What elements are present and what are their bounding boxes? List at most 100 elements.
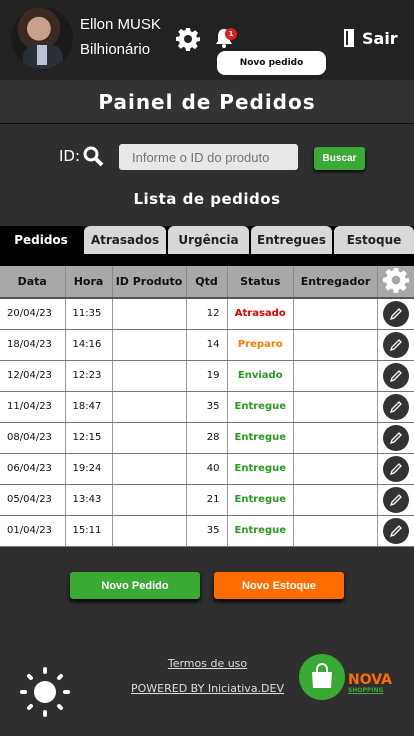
cell-id-produto	[112, 515, 187, 547]
col-id-produto: ID Produto	[112, 266, 187, 299]
cell-data: 06/04/23	[0, 453, 66, 485]
col-qtd: Qtd	[186, 266, 228, 299]
notification-badge: 1	[225, 28, 237, 40]
edit-button[interactable]	[383, 393, 409, 420]
edit-button[interactable]	[383, 486, 409, 513]
new-order-button[interactable]: Novo Pedido	[70, 572, 200, 599]
cell-qtd: 14	[186, 329, 228, 361]
status-badge: Entregue	[227, 484, 295, 516]
pencil-icon	[389, 431, 402, 444]
table-row: 12/04/23 12:23 19 Enviado	[0, 360, 414, 392]
cell-hora: 11:35	[65, 298, 113, 330]
shopping-bag-logo-icon	[299, 654, 345, 700]
pencil-icon	[389, 400, 402, 413]
cell-entregador	[293, 422, 379, 454]
cell-qtd: 12	[186, 298, 228, 330]
cell-hora: 15:11	[65, 515, 113, 547]
cell-data: 08/04/23	[0, 422, 66, 454]
sun-icon[interactable]	[20, 667, 70, 717]
edit-cell	[377, 453, 414, 485]
cell-qtd: 40	[186, 453, 228, 485]
cell-id-produto	[112, 391, 187, 423]
cell-qtd: 19	[186, 360, 228, 392]
edit-button[interactable]	[383, 517, 409, 544]
cell-entregador	[293, 391, 379, 423]
status-badge: Preparo	[227, 329, 295, 361]
cell-qtd: 35	[186, 515, 228, 547]
page-title: Painel de Pedidos	[0, 80, 414, 124]
status-badge: Entregue	[227, 515, 295, 547]
cell-id-produto	[112, 422, 187, 454]
id-label: ID:	[59, 147, 81, 165]
product-id-input[interactable]	[119, 144, 298, 170]
tab-pedidos[interactable]: Pedidos	[0, 226, 82, 254]
cell-id-produto	[112, 298, 187, 330]
table-row: 11/04/23 18:47 35 Entregue	[0, 391, 414, 423]
cell-entregador	[293, 329, 379, 361]
table-row: 18/04/23 14:16 14 Preparo	[0, 329, 414, 361]
cell-hora: 19:24	[65, 453, 113, 485]
cell-hora: 12:15	[65, 422, 113, 454]
status-badge: Entregue	[227, 391, 295, 423]
pencil-icon	[389, 338, 402, 351]
logo-text: NOVA	[348, 672, 392, 688]
table-row: 08/04/23 12:15 28 Entregue	[0, 422, 414, 454]
edit-cell	[377, 360, 414, 392]
cell-id-produto	[112, 329, 187, 361]
edit-button[interactable]	[383, 424, 409, 451]
pencil-icon	[389, 307, 402, 320]
edit-button[interactable]	[383, 362, 409, 389]
search-button[interactable]: Buscar	[314, 147, 365, 170]
edit-cell	[377, 484, 414, 516]
door-icon	[344, 29, 354, 47]
pencil-icon	[389, 493, 402, 506]
cell-entregador	[293, 453, 379, 485]
list-title: Lista de pedidos	[133, 190, 281, 208]
table-row: 20/04/23 11:35 12 Atrasado	[0, 298, 414, 330]
edit-cell	[377, 391, 414, 423]
status-badge: Entregue	[227, 422, 295, 454]
edit-cell	[377, 298, 414, 330]
tab-estoque[interactable]: Estoque	[334, 226, 414, 254]
gear-icon[interactable]	[176, 27, 200, 51]
powered-by-link[interactable]: POWERED BY Iniciativa.DEV	[130, 682, 285, 695]
pencil-icon	[389, 462, 402, 475]
edit-button[interactable]	[383, 331, 409, 358]
gear-icon[interactable]	[383, 267, 409, 293]
pencil-icon	[389, 524, 402, 537]
tab-urgencia[interactable]: Urgência	[168, 226, 249, 254]
cell-hora: 14:16	[65, 329, 113, 361]
logo-subtext: SHOPPING	[348, 687, 384, 694]
table-row: 01/04/23 15:11 35 Entregue	[0, 515, 414, 547]
user-role: Bilhionário	[80, 41, 151, 58]
edit-cell	[377, 422, 414, 454]
edit-button[interactable]	[383, 455, 409, 482]
avatar[interactable]	[11, 7, 73, 69]
logout-label: Sair	[362, 28, 398, 48]
edit-button[interactable]	[383, 300, 409, 327]
top-bar: Ellon MUSK Bilhionário 1 Novo pedido rec…	[0, 0, 414, 92]
tabs: Pedidos Atrasados Urgência Entregues Est…	[0, 226, 414, 266]
cell-hora: 18:47	[65, 391, 113, 423]
col-status: Status	[227, 266, 295, 299]
terms-link[interactable]: Termos de uso	[130, 657, 285, 670]
cell-hora: 12:23	[65, 360, 113, 392]
logout-button[interactable]: Sair	[342, 28, 398, 48]
cell-entregador	[293, 360, 379, 392]
pencil-icon	[389, 369, 402, 382]
new-stock-button[interactable]: Novo Estoque	[214, 572, 344, 599]
col-hora: Hora	[65, 266, 113, 299]
cell-id-produto	[112, 484, 187, 516]
cell-qtd: 28	[186, 422, 228, 454]
status-badge: Entregue	[227, 453, 295, 485]
tab-atrasados[interactable]: Atrasados	[84, 226, 166, 254]
status-badge: Enviado	[227, 360, 295, 392]
tab-entregues[interactable]: Entregues	[251, 226, 332, 254]
cell-data: 20/04/23	[0, 298, 66, 330]
table-settings[interactable]	[377, 266, 414, 299]
cell-data: 01/04/23	[0, 515, 66, 547]
col-entregador: Entregador	[293, 266, 379, 299]
cell-qtd: 35	[186, 391, 228, 423]
search-icon[interactable]	[82, 145, 104, 167]
cell-data: 12/04/23	[0, 360, 66, 392]
